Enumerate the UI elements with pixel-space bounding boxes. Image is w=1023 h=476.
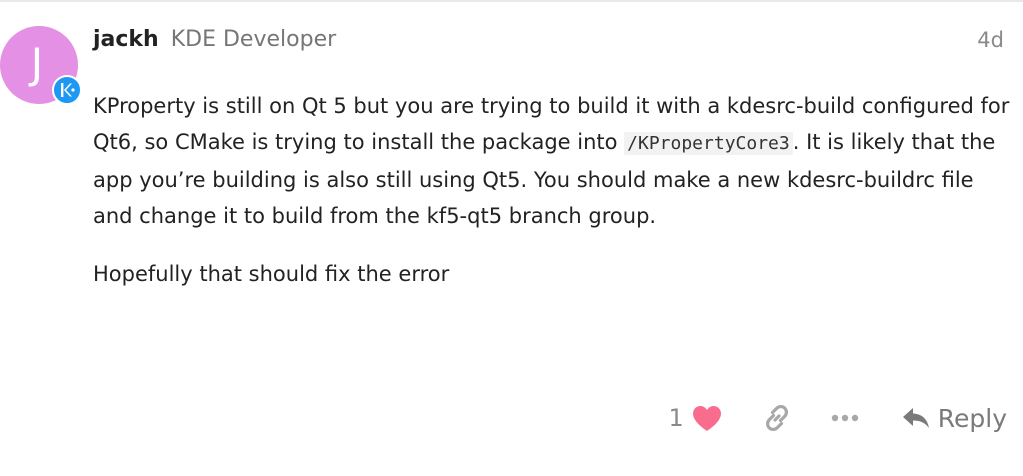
like-button[interactable] [690, 405, 724, 432]
post-date[interactable]: 4d [977, 28, 1004, 52]
kde-logo-icon [52, 75, 82, 105]
reply-arrow-icon [902, 408, 929, 428]
heart-icon [692, 405, 721, 431]
post-body: KProperty is still on Qt 5 but you are t… [93, 88, 1011, 314]
like-count[interactable]: 1 [668, 404, 683, 432]
user-title: KDE Developer [170, 27, 337, 52]
ellipsis-icon [831, 414, 858, 422]
share-link-button[interactable] [760, 403, 794, 433]
post-actions: 1 Reply [668, 396, 1007, 440]
post-paragraph: Hopefully that should fix the error [93, 262, 450, 286]
avatar-letter: J [30, 39, 44, 88]
inline-code: /KPropertyCore3 [624, 132, 793, 155]
more-actions-button[interactable] [828, 413, 862, 423]
reply-button[interactable]: Reply [902, 404, 1007, 433]
username-link[interactable]: jackh [93, 27, 159, 52]
reply-label: Reply [937, 403, 1007, 433]
link-icon [765, 404, 788, 432]
post-author: jackh KDE Developer [93, 27, 336, 52]
forum-post: J jackh KDE Developer 4d KProperty is st… [0, 0, 1023, 476]
post-paragraph: KProperty is still on Qt 5 but you are t… [93, 88, 1011, 234]
post-divider [0, 0, 1023, 2]
